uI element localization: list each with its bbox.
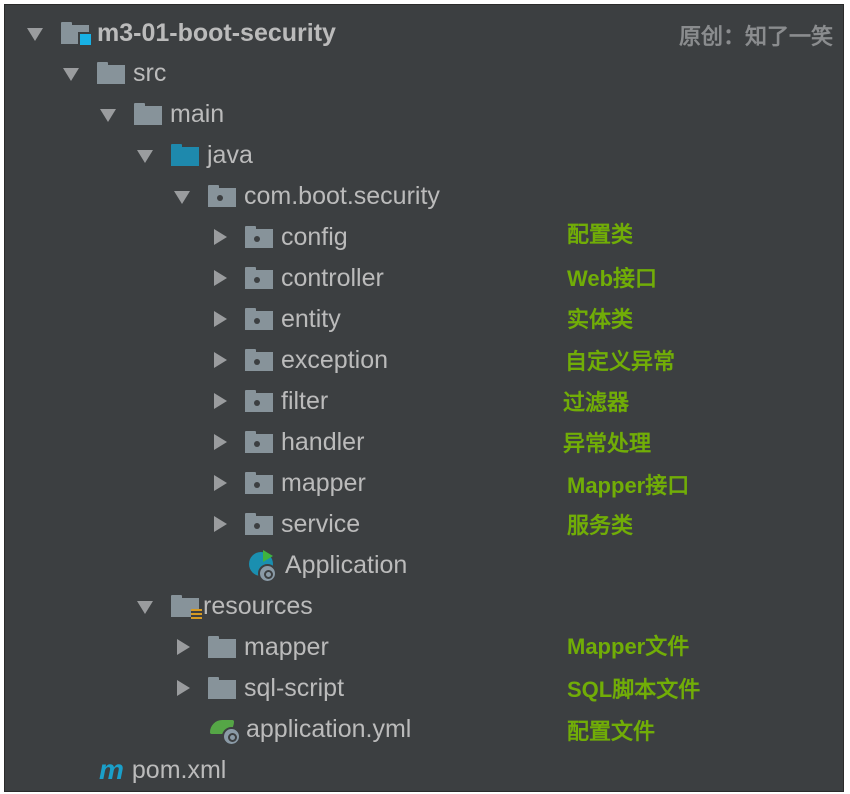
collapse-arrow-icon[interactable] — [211, 311, 227, 327]
tree-node-src[interactable]: src — [63, 53, 166, 93]
package-icon — [245, 308, 273, 330]
tree-node-resource-mapper[interactable]: mapper — [174, 627, 329, 667]
node-label: mapper — [244, 632, 329, 661]
folder-icon — [208, 636, 236, 658]
collapse-arrow-icon[interactable] — [211, 229, 227, 245]
annotation-mapper: Mapper接口 — [567, 473, 690, 498]
node-label: com.boot.security — [244, 181, 440, 210]
expand-arrow-icon[interactable] — [100, 106, 116, 122]
tree-node-resources[interactable]: resources — [137, 586, 313, 626]
tree-node-entity[interactable]: entity — [211, 299, 341, 339]
node-label: filter — [281, 386, 329, 415]
package-icon — [245, 390, 273, 412]
package-icon — [245, 226, 273, 248]
tree-node-exception[interactable]: exception — [211, 340, 388, 380]
resources-folder-icon — [171, 595, 202, 621]
node-label: config — [281, 222, 348, 251]
folder-icon — [97, 62, 125, 84]
node-label: service — [281, 509, 361, 538]
node-label: m3-01-boot-security — [97, 18, 336, 47]
spring-config-icon — [210, 714, 241, 746]
node-label: handler — [281, 427, 365, 456]
node-label: mapper — [281, 468, 366, 497]
annotation-service: 服务类 — [567, 513, 634, 538]
node-label: exception — [281, 345, 389, 374]
node-label: Application — [285, 550, 408, 579]
annotation-controller: Web接口 — [567, 266, 658, 291]
collapse-arrow-icon[interactable] — [174, 680, 190, 696]
collapse-arrow-icon[interactable] — [211, 434, 227, 450]
annotation-handler: 异常处理 — [563, 431, 652, 456]
package-icon — [245, 267, 273, 289]
node-label: sql-script — [244, 673, 345, 702]
collapse-arrow-icon[interactable] — [211, 393, 227, 409]
collapse-arrow-icon[interactable] — [174, 639, 190, 655]
tree-node-main[interactable]: main — [100, 94, 224, 134]
annotation-sql-script: SQL脚本文件 — [567, 677, 701, 702]
tree-node-controller[interactable]: controller — [211, 258, 384, 298]
node-label: main — [170, 99, 225, 128]
collapse-arrow-icon[interactable] — [211, 516, 227, 532]
tree-node-project[interactable]: m3-01-boot-security — [27, 13, 336, 53]
tree-node-application-yml[interactable]: application.yml — [210, 709, 411, 749]
spring-boot-class-icon — [249, 550, 279, 583]
package-icon — [245, 431, 273, 453]
tree-node-pom[interactable]: m pom.xml — [99, 750, 226, 790]
credit-label: 原创：知了一笑 — [678, 24, 833, 49]
project-tree-panel: 原创：知了一笑 m3-01-boot-security src main jav… — [4, 4, 844, 792]
tree-node-config[interactable]: config — [211, 217, 348, 257]
tree-node-package[interactable]: com.boot.security — [174, 176, 440, 216]
module-folder-icon — [61, 22, 93, 47]
tree-node-service[interactable]: service — [211, 504, 360, 544]
expand-arrow-icon[interactable] — [63, 65, 79, 81]
annotation-filter: 过滤器 — [563, 390, 630, 415]
tree-node-java[interactable]: java — [137, 135, 253, 175]
node-label: java — [207, 140, 253, 169]
tree-node-handler[interactable]: handler — [211, 422, 364, 462]
package-icon — [245, 472, 273, 494]
collapse-arrow-icon[interactable] — [211, 352, 227, 368]
package-icon — [208, 185, 236, 207]
annotation-application-yml: 配置文件 — [567, 719, 656, 744]
folder-icon — [208, 677, 236, 699]
node-label: resources — [203, 591, 313, 620]
folder-icon — [134, 103, 162, 125]
expand-arrow-icon[interactable] — [27, 25, 43, 41]
tree-node-application-class[interactable]: Application — [249, 545, 407, 585]
package-icon — [245, 349, 273, 371]
expand-arrow-icon[interactable] — [137, 598, 153, 614]
maven-icon: m — [99, 754, 124, 785]
node-label: pom.xml — [131, 755, 227, 784]
annotation-config: 配置类 — [567, 222, 634, 247]
tree-node-sql-script[interactable]: sql-script — [174, 668, 344, 708]
expand-arrow-icon[interactable] — [174, 188, 190, 204]
node-label: controller — [281, 263, 384, 292]
node-label: application.yml — [246, 714, 412, 743]
package-icon — [245, 513, 273, 535]
node-label: src — [133, 58, 167, 87]
source-folder-icon — [171, 144, 199, 166]
annotation-entity: 实体类 — [567, 307, 634, 332]
annotation-resource-mapper: Mapper文件 — [567, 634, 690, 659]
tree-node-mapper[interactable]: mapper — [211, 463, 366, 503]
expand-arrow-icon[interactable] — [137, 147, 153, 163]
annotation-exception: 自定义异常 — [565, 349, 676, 374]
tree-node-filter[interactable]: filter — [211, 381, 328, 421]
collapse-arrow-icon[interactable] — [211, 270, 227, 286]
collapse-arrow-icon[interactable] — [211, 475, 227, 491]
node-label: entity — [281, 304, 341, 333]
